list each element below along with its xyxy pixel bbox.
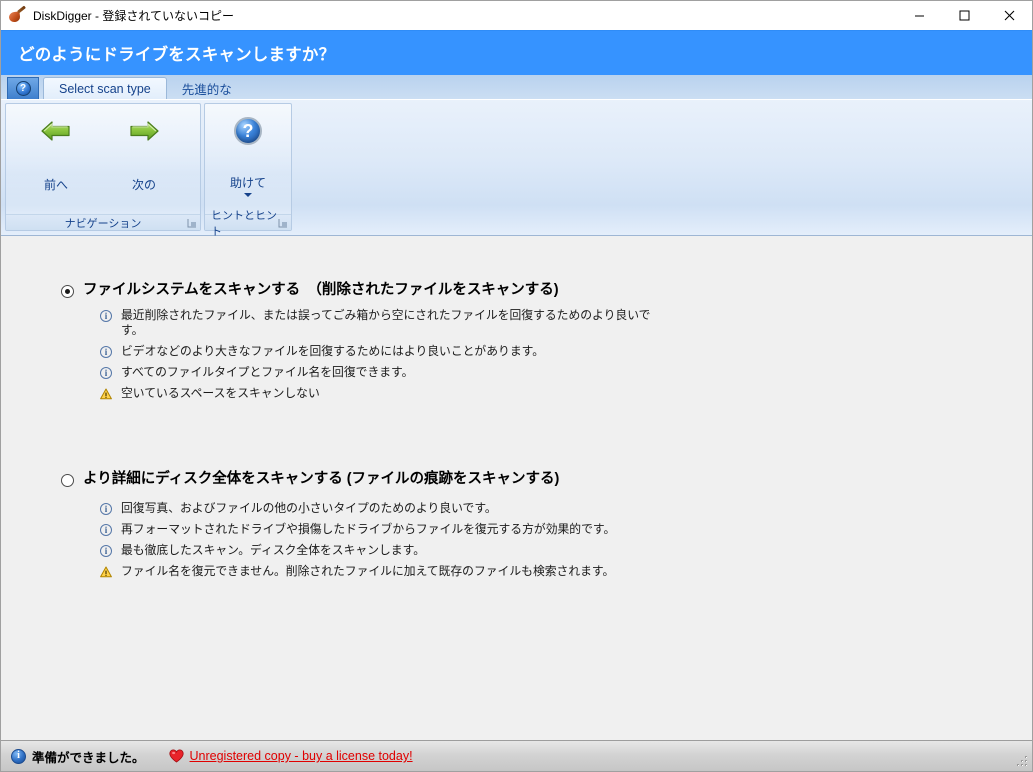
ribbon-group-hints: ? 助けて ヒントとヒント bbox=[204, 103, 292, 238]
tab-label: Select scan type bbox=[59, 81, 151, 96]
ribbon-group-navigation-items: 前へ 次の bbox=[6, 104, 200, 214]
list-item: i 最も徹底したスキャン。ディスク全体をスキャンします。 bbox=[100, 543, 1032, 558]
bullet-text: ビデオなどのより大きなファイルを回復するためにはより良いことがあります。 bbox=[121, 344, 545, 358]
info-icon: i bbox=[100, 346, 112, 358]
option-scan-whole-disk: より詳細にディスク全体をスキャンする (ファイルの痕跡をスキャンする) i 回復… bbox=[1, 471, 1032, 585]
option-header[interactable]: ファイルシステムをスキャンする （削除されたファイルをスキャンする) bbox=[1, 282, 1032, 299]
arrow-left-icon bbox=[39, 116, 73, 146]
radio-scan-whole-disk[interactable] bbox=[61, 474, 74, 487]
buy-license-link[interactable]: Unregistered copy - buy a license today! bbox=[190, 749, 413, 763]
dialog-launcher-icon[interactable] bbox=[187, 218, 197, 228]
next-button-label: 次の bbox=[131, 178, 156, 192]
help-button[interactable]: ? 助けて bbox=[211, 110, 285, 197]
bullet-text: 回復写真、およびファイルの他の小さいタイプのためのより良いです。 bbox=[121, 501, 497, 515]
bullet-text: ファイル名を復元できません。削除されたファイルに加えて既存のファイルも検索されま… bbox=[121, 564, 615, 578]
warning-icon bbox=[100, 388, 112, 400]
application-window: DiskDigger - 登録されていないコピー どのようにドライブをスキャンし… bbox=[0, 0, 1033, 772]
resize-grip-icon[interactable] bbox=[1016, 755, 1029, 768]
status-bar: i 準備ができました。 Unregistered copy - buy a li… bbox=[1, 740, 1032, 771]
ribbon-group-navigation-title: ナビゲーション bbox=[6, 214, 200, 230]
chevron-down-icon[interactable] bbox=[244, 193, 252, 197]
header-band: どのようにドライブをスキャンしますか？ bbox=[1, 30, 1032, 75]
help-icon: ? bbox=[231, 116, 265, 146]
option-title: ファイルシステムをスキャンする （削除されたファイルをスキャンする) bbox=[83, 282, 559, 298]
list-item: i 再フォーマットされたドライブや損傷したドライブからファイルを復元する方が効果… bbox=[100, 522, 1032, 537]
maximize-icon[interactable] bbox=[942, 1, 987, 30]
bullet-text: 最も徹底したスキャン。ディスク全体をスキャンします。 bbox=[121, 543, 426, 557]
arrow-right-icon bbox=[127, 116, 161, 146]
ribbon-tabstrip: ? Select scan type 先進的な bbox=[1, 75, 1032, 99]
question-mark-icon: ? bbox=[15, 81, 31, 96]
ribbon-body: 前へ 次の ナビゲーション ? 助けて ヒントとヒント bbox=[1, 99, 1032, 238]
next-button[interactable]: 次の bbox=[100, 110, 188, 193]
page-title: どのようにドライブをスキャンしますか？ bbox=[18, 46, 336, 64]
info-icon: i bbox=[100, 367, 112, 379]
option-scan-file-system: ファイルシステムをスキャンする （削除されたファイルをスキャンする) i 最近削… bbox=[1, 282, 1032, 407]
option-bullets: i 最近削除されたファイル、または誤ってごみ箱から空にされたファイルを回復するた… bbox=[1, 308, 1032, 401]
close-icon[interactable] bbox=[987, 1, 1032, 30]
title-bar: DiskDigger - 登録されていないコピー bbox=[1, 1, 1032, 30]
tab-select-scan-type[interactable]: Select scan type bbox=[43, 77, 167, 99]
bullet-text: 空いているスペースをスキャンしない bbox=[121, 386, 320, 400]
radio-scan-file-system[interactable] bbox=[61, 285, 74, 298]
info-icon: i bbox=[100, 545, 112, 557]
bullet-text: すべてのファイルタイプとファイル名を回復できます。 bbox=[121, 365, 414, 379]
minimize-icon[interactable] bbox=[897, 1, 942, 30]
info-icon: i bbox=[100, 310, 112, 322]
info-icon: i bbox=[100, 503, 112, 515]
ribbon-group-navigation: 前へ 次の ナビゲーション bbox=[5, 103, 201, 231]
list-item: 空いているスペースをスキャンしない bbox=[100, 386, 1032, 401]
bullet-text: 再フォーマットされたドライブや損傷したドライブからファイルを復元する方が効果的で… bbox=[121, 522, 616, 536]
tab-help-button[interactable]: ? bbox=[7, 77, 39, 99]
status-text: 準備ができました。 bbox=[32, 750, 145, 765]
option-header[interactable]: より詳細にディスク全体をスキャンする (ファイルの痕跡をスキャンする) bbox=[1, 471, 1032, 488]
heart-icon bbox=[168, 749, 184, 763]
ribbon-group-title-label: ヒントとヒント bbox=[211, 209, 277, 238]
ribbon-group-hints-title: ヒントとヒント bbox=[205, 210, 291, 238]
shovel-icon bbox=[8, 5, 26, 24]
list-item: i すべてのファイルタイプとファイル名を回復できます。 bbox=[100, 365, 1032, 380]
list-item: i ビデオなどのより大きなファイルを回復するためにはより良いことがあります。 bbox=[100, 344, 1032, 359]
window-title: DiskDigger - 登録されていないコピー bbox=[33, 9, 234, 23]
tab-advanced[interactable]: 先進的な bbox=[167, 77, 247, 99]
previous-button-label: 前へ bbox=[43, 178, 68, 192]
ribbon: ? Select scan type 先進的な 前へ 次の ナビゲーション ? … bbox=[1, 75, 1032, 238]
ribbon-group-title-label: ナビゲーション bbox=[64, 217, 142, 230]
bullet-text: 最近削除されたファイル、または誤ってごみ箱から空にされたファイルを回復するための… bbox=[121, 308, 651, 337]
list-item: i 回復写真、およびファイルの他の小さいタイプのためのより良いです。 bbox=[100, 501, 1032, 516]
dialog-launcher-icon[interactable] bbox=[278, 218, 288, 228]
info-icon: i bbox=[100, 524, 112, 536]
window-controls bbox=[897, 1, 1032, 30]
option-title: より詳細にディスク全体をスキャンする (ファイルの痕跡をスキャンする) bbox=[83, 471, 560, 487]
list-item: i 最近削除されたファイル、または誤ってごみ箱から空にされたファイルを回復するた… bbox=[100, 308, 1032, 338]
option-bullets: i 回復写真、およびファイルの他の小さいタイプのためのより良いです。 i 再フォ… bbox=[1, 501, 1032, 579]
main-content: ファイルシステムをスキャンする （削除されたファイルをスキャンする) i 最近削… bbox=[1, 236, 1032, 740]
tab-label: 先進的な bbox=[181, 82, 232, 97]
title-bar-left: DiskDigger - 登録されていないコピー bbox=[1, 5, 234, 24]
ribbon-group-hints-items: ? 助けて bbox=[205, 104, 291, 214]
previous-button[interactable]: 前へ bbox=[12, 110, 100, 193]
warning-icon bbox=[100, 566, 112, 578]
list-item: ファイル名を復元できません。削除されたファイルに加えて既存のファイルも検索されま… bbox=[100, 564, 1032, 579]
info-icon: i bbox=[11, 748, 26, 764]
help-button-label: 助けて bbox=[229, 176, 266, 190]
